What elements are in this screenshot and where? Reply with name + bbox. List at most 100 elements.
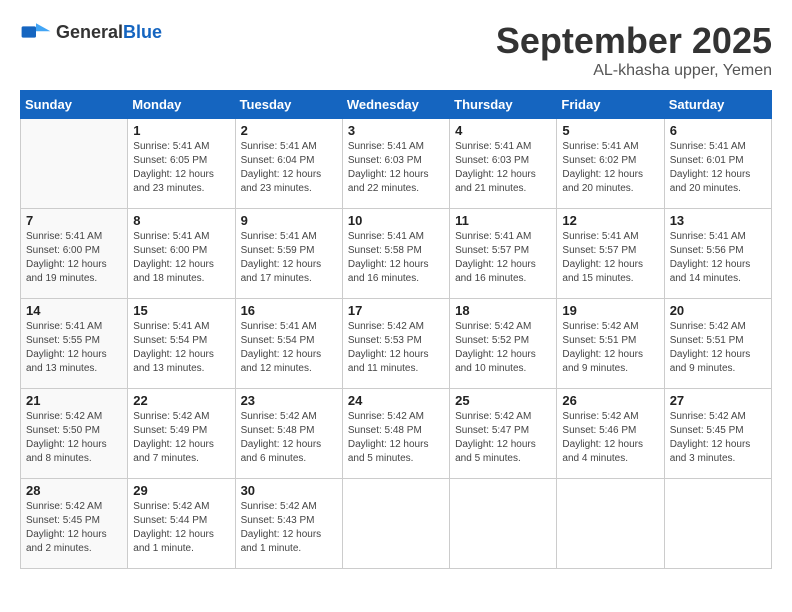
calendar-cell: 24Sunrise: 5:42 AM Sunset: 5:48 PM Dayli…: [342, 389, 449, 479]
day-info: Sunrise: 5:42 AM Sunset: 5:51 PM Dayligh…: [562, 320, 658, 376]
calendar-cell: 1 Sunrise: 5:41 AM Sunset: 6:05 PM Daylig…: [128, 119, 235, 209]
day-number: 3: [348, 123, 444, 138]
day-number: 17: [348, 303, 444, 318]
day-info: Sunrise: 5:42 AM Sunset: 5:50 PM Dayligh…: [26, 410, 122, 466]
day-info: Sunrise: 5:41 AM Sunset: 5:58 PM Dayligh…: [348, 230, 444, 286]
calendar-cell: 22Sunrise: 5:42 AM Sunset: 5:49 PM Dayli…: [128, 389, 235, 479]
calendar-cell: [342, 479, 449, 569]
day-info: Sunrise: 5:41 AM Sunset: 6:00 PM Dayligh…: [133, 230, 229, 286]
calendar-cell: 18Sunrise: 5:42 AM Sunset: 5:52 PM Dayli…: [450, 299, 557, 389]
day-info: Sunrise: 5:41 AM Sunset: 6:04 PM Dayligh…: [241, 140, 337, 196]
logo-text-general: General: [56, 22, 123, 42]
calendar-cell: [450, 479, 557, 569]
day-info: Sunrise: 5:41 AM Sunset: 6:03 PM Dayligh…: [455, 140, 551, 196]
header-day: Saturday: [664, 91, 771, 119]
day-number: 2: [241, 123, 337, 138]
calendar-week-row: 7 Sunrise: 5:41 AM Sunset: 6:00 PM Daylig…: [21, 209, 772, 299]
day-number: 4: [455, 123, 551, 138]
month-title: September 2025: [496, 20, 772, 62]
day-info: Sunrise: 5:41 AM Sunset: 5:54 PM Dayligh…: [241, 320, 337, 376]
location-title: AL-khasha upper, Yemen: [496, 62, 772, 80]
day-number: 11: [455, 213, 551, 228]
calendar-cell: 30 Sunrise: 5:42 AM Sunset: 5:43 PM Dayli…: [235, 479, 342, 569]
day-number: 23: [241, 393, 337, 408]
calendar-cell: 27 Sunrise: 5:42 AM Sunset: 5:45 PM Dayli…: [664, 389, 771, 479]
calendar-cell: 10 Sunrise: 5:41 AM Sunset: 5:58 PM Dayli…: [342, 209, 449, 299]
header-day: Monday: [128, 91, 235, 119]
header-day: Tuesday: [235, 91, 342, 119]
day-number: 5: [562, 123, 658, 138]
calendar-cell: 16 Sunrise: 5:41 AM Sunset: 5:54 PM Dayli…: [235, 299, 342, 389]
day-number: 8: [133, 213, 229, 228]
day-info: Sunrise: 5:42 AM Sunset: 5:53 PM Dayligh…: [348, 320, 444, 376]
day-info: Sunrise: 5:41 AM Sunset: 5:54 PM Dayligh…: [133, 320, 229, 376]
day-info: Sunrise: 5:42 AM Sunset: 5:43 PM Dayligh…: [241, 500, 337, 556]
day-number: 10: [348, 213, 444, 228]
day-number: 26: [562, 393, 658, 408]
day-number: 25: [455, 393, 551, 408]
day-number: 1: [133, 123, 229, 138]
calendar-cell: 9Sunrise: 5:41 AM Sunset: 5:59 PM Daylig…: [235, 209, 342, 299]
header-day: Thursday: [450, 91, 557, 119]
calendar-body: 1 Sunrise: 5:41 AM Sunset: 6:05 PM Daylig…: [21, 119, 772, 569]
calendar-cell: [664, 479, 771, 569]
calendar-week-row: 28Sunrise: 5:42 AM Sunset: 5:45 PM Dayli…: [21, 479, 772, 569]
day-info: Sunrise: 5:41 AM Sunset: 5:57 PM Dayligh…: [562, 230, 658, 286]
logo-icon: [20, 20, 52, 44]
day-number: 16: [241, 303, 337, 318]
day-info: Sunrise: 5:41 AM Sunset: 6:02 PM Dayligh…: [562, 140, 658, 196]
day-info: Sunrise: 5:41 AM Sunset: 6:00 PM Dayligh…: [26, 230, 122, 286]
calendar-week-row: 14Sunrise: 5:41 AM Sunset: 5:55 PM Dayli…: [21, 299, 772, 389]
calendar-cell: 29Sunrise: 5:42 AM Sunset: 5:44 PM Dayli…: [128, 479, 235, 569]
calendar-cell: 28Sunrise: 5:42 AM Sunset: 5:45 PM Dayli…: [21, 479, 128, 569]
calendar-cell: 11Sunrise: 5:41 AM Sunset: 5:57 PM Dayli…: [450, 209, 557, 299]
day-number: 24: [348, 393, 444, 408]
calendar-cell: 5 Sunrise: 5:41 AM Sunset: 6:02 PM Daylig…: [557, 119, 664, 209]
calendar-table: SundayMondayTuesdayWednesdayThursdayFrid…: [20, 90, 772, 569]
calendar-cell: 6 Sunrise: 5:41 AM Sunset: 6:01 PM Daylig…: [664, 119, 771, 209]
day-number: 13: [670, 213, 766, 228]
day-number: 6: [670, 123, 766, 138]
calendar-week-row: 21 Sunrise: 5:42 AM Sunset: 5:50 PM Dayli…: [21, 389, 772, 479]
calendar-cell: 26 Sunrise: 5:42 AM Sunset: 5:46 PM Dayli…: [557, 389, 664, 479]
header-day: Wednesday: [342, 91, 449, 119]
day-info: Sunrise: 5:42 AM Sunset: 5:48 PM Dayligh…: [241, 410, 337, 466]
calendar-cell: 7 Sunrise: 5:41 AM Sunset: 6:00 PM Daylig…: [21, 209, 128, 299]
day-info: Sunrise: 5:42 AM Sunset: 5:46 PM Dayligh…: [562, 410, 658, 466]
day-info: Sunrise: 5:41 AM Sunset: 5:56 PM Dayligh…: [670, 230, 766, 286]
page-header: GeneralBlue September 2025 AL-khasha upp…: [20, 20, 772, 80]
day-number: 7: [26, 213, 122, 228]
header-day: Friday: [557, 91, 664, 119]
day-number: 18: [455, 303, 551, 318]
day-info: Sunrise: 5:42 AM Sunset: 5:47 PM Dayligh…: [455, 410, 551, 466]
day-info: Sunrise: 5:42 AM Sunset: 5:45 PM Dayligh…: [26, 500, 122, 556]
day-number: 12: [562, 213, 658, 228]
day-info: Sunrise: 5:41 AM Sunset: 5:55 PM Dayligh…: [26, 320, 122, 376]
calendar-cell: 13 Sunrise: 5:41 AM Sunset: 5:56 PM Dayli…: [664, 209, 771, 299]
day-info: Sunrise: 5:41 AM Sunset: 6:05 PM Dayligh…: [133, 140, 229, 196]
header-row: SundayMondayTuesdayWednesdayThursdayFrid…: [21, 91, 772, 119]
calendar-cell: 21 Sunrise: 5:42 AM Sunset: 5:50 PM Dayli…: [21, 389, 128, 479]
day-number: 27: [670, 393, 766, 408]
title-block: September 2025 AL-khasha upper, Yemen: [496, 20, 772, 80]
logo: GeneralBlue: [20, 20, 162, 44]
day-number: 21: [26, 393, 122, 408]
calendar-cell: [557, 479, 664, 569]
calendar-cell: [21, 119, 128, 209]
day-number: 29: [133, 483, 229, 498]
calendar-cell: 15 Sunrise: 5:41 AM Sunset: 5:54 PM Dayli…: [128, 299, 235, 389]
logo-text-blue: Blue: [123, 22, 162, 42]
calendar-cell: 17 Sunrise: 5:42 AM Sunset: 5:53 PM Dayli…: [342, 299, 449, 389]
day-number: 20: [670, 303, 766, 318]
day-number: 22: [133, 393, 229, 408]
day-info: Sunrise: 5:42 AM Sunset: 5:45 PM Dayligh…: [670, 410, 766, 466]
header-day: Sunday: [21, 91, 128, 119]
day-info: Sunrise: 5:41 AM Sunset: 6:01 PM Dayligh…: [670, 140, 766, 196]
day-number: 15: [133, 303, 229, 318]
calendar-cell: 14Sunrise: 5:41 AM Sunset: 5:55 PM Dayli…: [21, 299, 128, 389]
day-info: Sunrise: 5:41 AM Sunset: 5:59 PM Dayligh…: [241, 230, 337, 286]
calendar-header: SundayMondayTuesdayWednesdayThursdayFrid…: [21, 91, 772, 119]
calendar-cell: 2 Sunrise: 5:41 AM Sunset: 6:04 PM Daylig…: [235, 119, 342, 209]
calendar-cell: 25 Sunrise: 5:42 AM Sunset: 5:47 PM Dayli…: [450, 389, 557, 479]
day-number: 30: [241, 483, 337, 498]
